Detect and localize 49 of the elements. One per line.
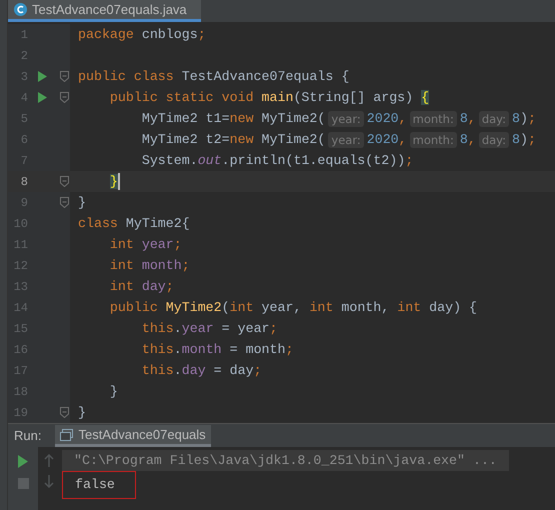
code-text: int year; <box>108 236 182 254</box>
code-text: } <box>78 194 86 212</box>
code-text: 8); <box>512 110 536 128</box>
console-command: "C:\Program Files\Java\jdk1.8.0_251\bin\java.exe" ... <box>62 450 509 471</box>
code-text: this.year = year; <box>140 320 278 338</box>
parameter-hint: year: <box>328 110 364 126</box>
fold-icon[interactable] <box>60 176 69 187</box>
console-output: false <box>62 471 136 499</box>
code-text: 8, <box>460 130 476 149</box>
parameter-hint: month: <box>410 132 457 148</box>
code-text: 2020, <box>366 110 407 128</box>
code-text: this.day = day; <box>140 362 262 380</box>
fold-icon[interactable] <box>60 92 69 103</box>
class-file-icon <box>14 3 27 16</box>
code-text: 2020, <box>366 130 407 149</box>
parameter-hint: month: <box>410 110 457 126</box>
stop-icon[interactable] <box>18 478 28 489</box>
code-text: package cnblogs; <box>78 26 206 44</box>
fold-icon[interactable] <box>60 407 69 418</box>
fold-icon[interactable] <box>60 71 69 82</box>
run-label: Run: <box>14 426 42 445</box>
down-arrow-icon[interactable] <box>44 475 54 488</box>
parameter-hint: year: <box>328 132 364 148</box>
code-text: class MyTime2{ <box>78 214 190 233</box>
code-text: } <box>108 172 118 191</box>
code-text: 8); <box>512 130 536 149</box>
code-text: MyTime2 t2=new MyTime2( <box>140 130 326 149</box>
up-arrow-icon[interactable] <box>44 454 54 467</box>
parameter-hint: day: <box>478 110 510 126</box>
run-icon[interactable] <box>38 71 47 82</box>
run-tab[interactable]: TestAdvance07equals <box>55 425 211 447</box>
code-text: public MyTime2(int year, int month, int day) { <box>108 298 478 317</box>
code-text: int month; <box>108 256 190 275</box>
code-text: public static void main(String[] args) { <box>108 88 430 107</box>
line-number: 8 <box>20 174 28 190</box>
parameter-hint: day: <box>478 132 510 148</box>
fold-icon[interactable] <box>60 197 69 208</box>
code-text: 8, <box>460 110 476 128</box>
code-text: } <box>78 404 86 422</box>
code-text: this.month = month; <box>140 340 294 359</box>
code-text: MyTime2 t1=new MyTime2( <box>140 110 326 128</box>
code-text: public class TestAdvance07equals { <box>78 68 350 86</box>
code-text: System.out.println(t1.equals(t2)); <box>140 152 414 170</box>
run-icon[interactable] <box>38 92 47 103</box>
run-icon[interactable] <box>17 455 29 468</box>
editor-tab[interactable]: TestAdvance07equals.java <box>8 0 201 22</box>
code-text: int day; <box>108 278 174 296</box>
code-text: } <box>108 382 118 401</box>
console-icon <box>60 428 74 440</box>
